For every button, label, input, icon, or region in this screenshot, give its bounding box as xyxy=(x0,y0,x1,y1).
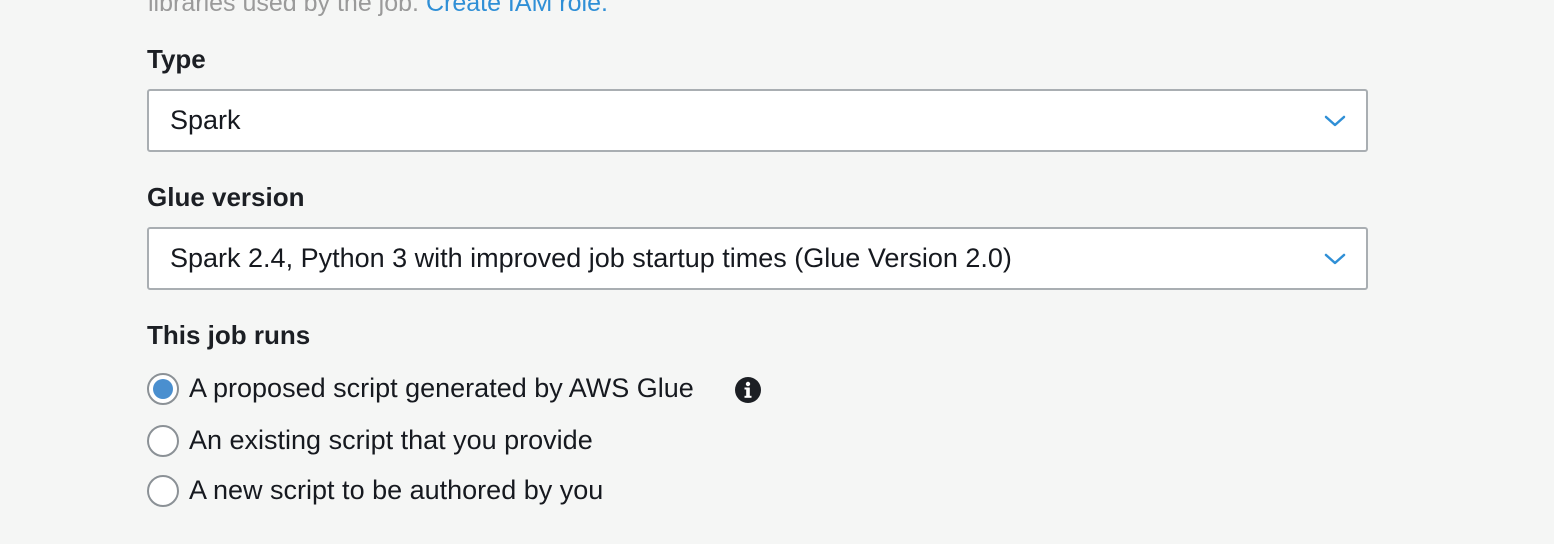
glue-version-select-value: Spark 2.4, Python 3 with improved job st… xyxy=(170,243,1012,273)
chevron-down-icon xyxy=(1324,115,1346,127)
glue-version-select[interactable]: Spark 2.4, Python 3 with improved job st… xyxy=(147,227,1368,290)
radio-button-existing-script[interactable] xyxy=(147,425,179,457)
type-select[interactable]: Spark xyxy=(147,89,1368,152)
radio-option-new-script[interactable]: A new script to be authored by you xyxy=(147,474,637,510)
radio-button-proposed-script[interactable] xyxy=(147,373,179,405)
intro-text: libraries used by the job. Create IAM ro… xyxy=(148,0,608,18)
radio-label-existing-script: An existing script that you provide xyxy=(189,425,593,455)
type-label: Type xyxy=(147,44,206,74)
chevron-down-icon xyxy=(1324,253,1346,265)
radio-label-proposed-script: A proposed script generated by AWS Glue xyxy=(189,373,694,403)
radio-button-new-script[interactable] xyxy=(147,475,179,507)
radio-label-new-script: A new script to be authored by you xyxy=(189,475,604,505)
intro-description: libraries used by the job. xyxy=(148,0,419,17)
create-iam-role-link[interactable]: Create IAM role. xyxy=(426,0,608,17)
glue-version-label: Glue version xyxy=(147,182,305,212)
job-runs-label: This job runs xyxy=(147,320,311,350)
radio-option-proposed-script[interactable]: A proposed script generated by AWS Glue xyxy=(147,372,767,408)
type-select-value: Spark xyxy=(170,105,241,135)
radio-option-existing-script[interactable]: An existing script that you provide xyxy=(147,424,627,460)
info-icon[interactable] xyxy=(734,376,762,404)
